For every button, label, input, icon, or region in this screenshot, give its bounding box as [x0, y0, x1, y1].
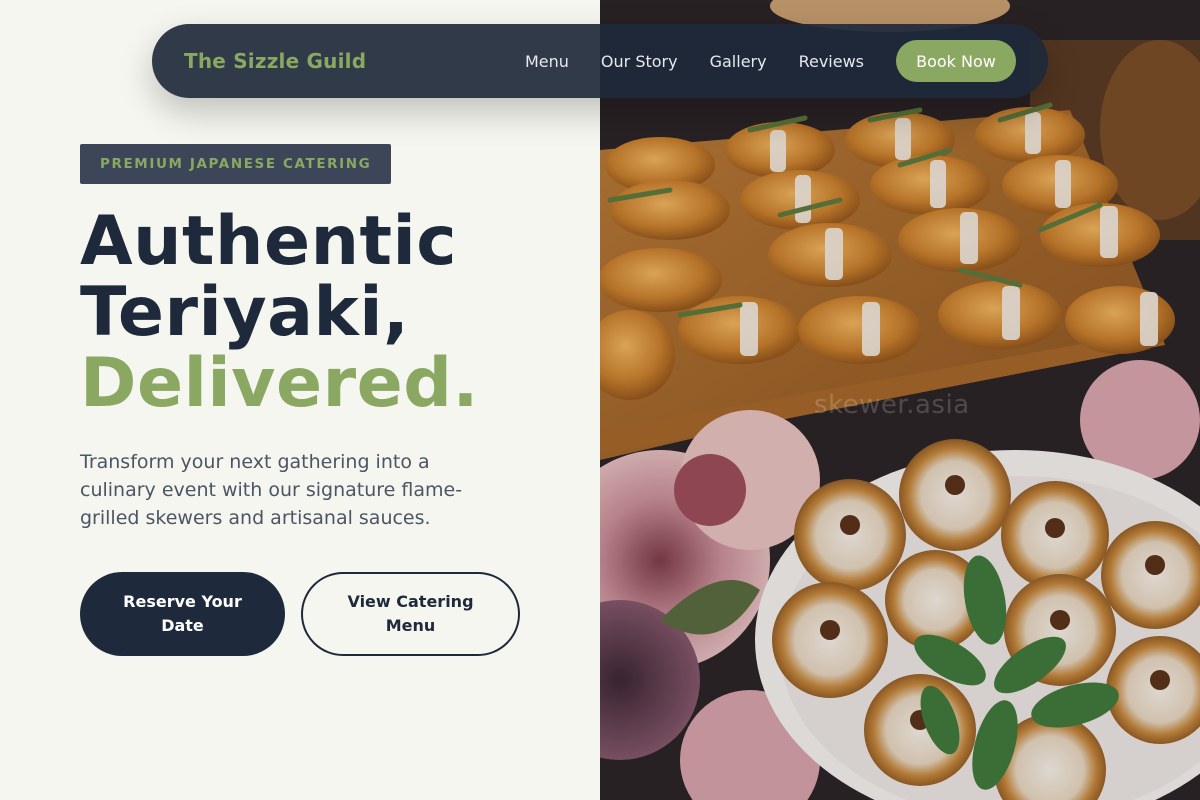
- headline-line-1: Authentic: [80, 202, 458, 281]
- nav-link-our-story[interactable]: Our Story: [601, 52, 678, 71]
- hero-food-image: skewer.asia: [600, 0, 1200, 800]
- category-badge: PREMIUM JAPANESE CATERING: [80, 144, 392, 184]
- top-navigation: The Sizzle Guild Menu Our Story Gallery …: [152, 24, 1048, 98]
- category-badge-label: PREMIUM JAPANESE CATERING: [100, 156, 372, 172]
- hero-headline: Authentic Teriyaki, Delivered.: [80, 206, 479, 419]
- book-now-button[interactable]: Book Now: [896, 40, 1016, 82]
- hero-description: Transform your next gathering into a cul…: [80, 451, 463, 529]
- view-catering-menu-button[interactable]: View Catering Menu: [301, 572, 520, 656]
- watermark-text: skewer.asia: [814, 390, 970, 420]
- brand-logo[interactable]: The Sizzle Guild: [184, 49, 366, 73]
- nav-links: Menu Our Story Gallery Reviews: [525, 52, 864, 71]
- headline-line-2: Teriyaki,: [80, 273, 410, 352]
- nav-link-gallery[interactable]: Gallery: [710, 52, 767, 71]
- headline-accent: Delivered.: [80, 344, 479, 423]
- nav-link-menu[interactable]: Menu: [525, 52, 569, 71]
- nav-link-reviews[interactable]: Reviews: [799, 52, 864, 71]
- reserve-date-button[interactable]: Reserve Your Date: [80, 572, 285, 656]
